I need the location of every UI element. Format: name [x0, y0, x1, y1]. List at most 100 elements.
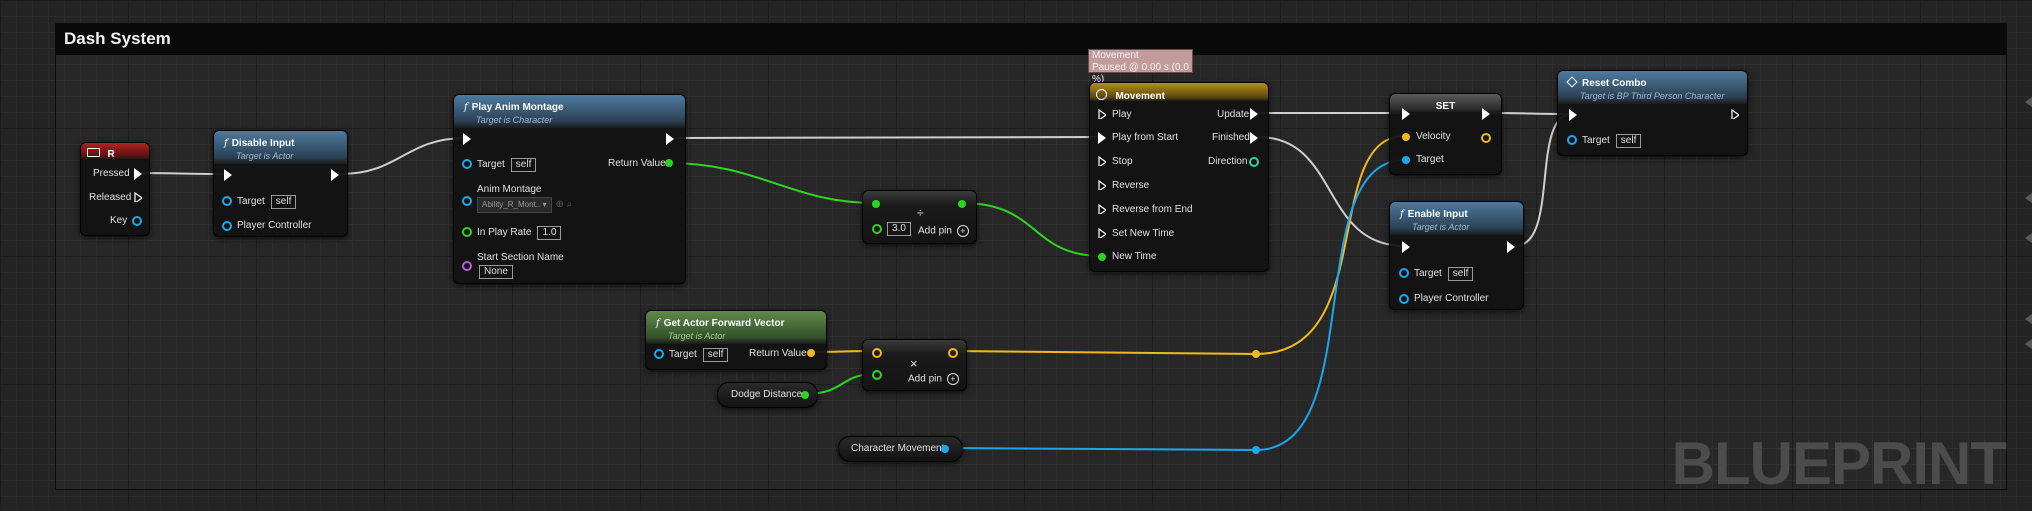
- actor-fwd-target-value[interactable]: self: [702, 348, 729, 362]
- key-event-r-node[interactable]: R Pressed Released Key: [80, 142, 150, 236]
- enable-input-title: Enable Input: [1407, 209, 1468, 220]
- pressed-exec-pin[interactable]: [134, 168, 142, 180]
- actor-fwd-return-pin[interactable]: [807, 349, 815, 357]
- disable-input-target-value[interactable]: self: [270, 195, 297, 209]
- timeline-status-tooltip: Movement Paused @ 0.00 s (0.0 %): [1088, 49, 1193, 85]
- timeline-reverse-from-end-pin[interactable]: [1098, 204, 1106, 214]
- reset-combo-exec-out[interactable]: [1731, 109, 1739, 119]
- reset-combo-target-label: Target self: [1582, 134, 1642, 148]
- timeline-direction-pin[interactable]: [1249, 157, 1259, 167]
- timeline-reverse-from-end-label: Reverse from End: [1112, 204, 1193, 215]
- released-exec-pin[interactable]: [134, 192, 142, 202]
- divide-input-a-pin[interactable]: [872, 200, 880, 208]
- scroll-marker[interactable]: [2025, 339, 2032, 349]
- scroll-marker[interactable]: [2025, 193, 2032, 203]
- multiply-output-pin[interactable]: [948, 348, 958, 358]
- divide-output-pin[interactable]: [958, 200, 966, 208]
- actor-fwd-target-pin[interactable]: [654, 349, 664, 359]
- reset-combo-exec-in[interactable]: [1569, 109, 1577, 121]
- timeline-stop-pin[interactable]: [1098, 156, 1106, 166]
- timeline-play-from-start-pin[interactable]: [1098, 132, 1106, 144]
- multiply-node[interactable]: × Add pin +: [862, 339, 967, 391]
- timeline-update-pin[interactable]: [1250, 108, 1258, 120]
- play-anim-rate-value[interactable]: 1.0: [537, 226, 562, 240]
- character-movement-variable[interactable]: Character Movement: [838, 436, 963, 462]
- multiply-add-pin[interactable]: Add pin +: [908, 373, 959, 386]
- play-anim-section-value[interactable]: None: [479, 265, 513, 279]
- dodge-distance-variable[interactable]: Dodge Distance: [717, 382, 818, 408]
- released-pin-label: Released: [89, 192, 132, 203]
- timeline-finished-label: Finished: [1212, 132, 1250, 143]
- divide-b-value[interactable]: 3.0: [887, 222, 911, 236]
- disable-input-target-pin[interactable]: [222, 196, 232, 206]
- disable-input-pc-pin[interactable]: [222, 221, 232, 231]
- reset-combo-subtitle: Target is BP Third Person Character: [1580, 91, 1725, 101]
- key-pin-label: Key: [110, 215, 128, 226]
- enable-input-target-value[interactable]: self: [1447, 267, 1474, 281]
- blueprint-graph-canvas[interactable]: Dash System R Pressed Released Key f Dis…: [0, 0, 2032, 511]
- character-movement-pin[interactable]: [941, 445, 949, 453]
- get-actor-forward-vector-node[interactable]: f Get Actor Forward Vector Target is Acto…: [645, 310, 827, 370]
- scroll-marker[interactable]: [2025, 233, 2032, 243]
- reset-combo-node[interactable]: Reset Combo Target is BP Third Person Ch…: [1557, 70, 1748, 156]
- timeline-reverse-pin[interactable]: [1098, 180, 1106, 190]
- disable-input-exec-out[interactable]: [331, 169, 339, 181]
- set-velocity-pin[interactable]: [1402, 133, 1410, 141]
- divide-b-value-wrap: 3.0: [881, 222, 911, 236]
- timeline-new-time-pin[interactable]: [1098, 253, 1106, 261]
- play-anim-target-pin[interactable]: [462, 159, 472, 169]
- play-anim-montage-pin[interactable]: [462, 196, 472, 206]
- function-icon: f: [1400, 209, 1404, 220]
- scroll-marker[interactable]: [2025, 314, 2032, 324]
- add-pin-icon: +: [946, 373, 959, 385]
- enable-input-exec-out[interactable]: [1507, 241, 1515, 253]
- play-anim-section-label: Start Section Name: [477, 252, 564, 263]
- set-velocity-node[interactable]: SET Velocity Target: [1389, 93, 1502, 175]
- reset-combo-target-value[interactable]: self: [1615, 134, 1642, 148]
- reset-combo-target-pin[interactable]: [1567, 135, 1577, 145]
- timeline-play-pin[interactable]: [1098, 109, 1106, 119]
- timeline-play-label: Play: [1112, 109, 1132, 120]
- play-anim-exec-out[interactable]: [666, 133, 674, 145]
- reroute-vector[interactable]: [1252, 350, 1260, 358]
- play-anim-montage-node[interactable]: f Play Anim Montage Target is Character T…: [453, 94, 686, 284]
- disable-input-subtitle: Target is Actor: [236, 151, 294, 161]
- timeline-finished-pin[interactable]: [1250, 132, 1258, 144]
- anim-montage-select[interactable]: Ability_R_Mont.. ▾ ⊕ ⌕: [475, 197, 572, 213]
- enable-input-node[interactable]: f Enable Input Target is Actor Target self…: [1389, 201, 1524, 310]
- multiply-input-a-pin[interactable]: [872, 348, 882, 358]
- multiply-input-b-pin[interactable]: [872, 370, 882, 380]
- play-anim-rate-pin[interactable]: [462, 227, 472, 237]
- play-anim-return-pin[interactable]: [665, 159, 673, 167]
- divide-add-pin[interactable]: Add pin +: [918, 225, 969, 238]
- set-velocity-out-pin[interactable]: [1481, 133, 1491, 143]
- key-struct-pin[interactable]: [132, 216, 142, 226]
- timeline-title: Movement: [1115, 91, 1165, 102]
- set-exec-in[interactable]: [1402, 108, 1410, 120]
- scroll-marker[interactable]: [2025, 97, 2032, 107]
- timeline-set-new-time-pin[interactable]: [1098, 228, 1106, 238]
- set-exec-out[interactable]: [1482, 108, 1490, 120]
- play-anim-title: Play Anim Montage: [471, 102, 564, 113]
- enable-input-target-pin[interactable]: [1399, 268, 1409, 278]
- keyboard-icon: [87, 148, 100, 158]
- enable-input-exec-in[interactable]: [1402, 241, 1410, 253]
- disable-input-exec-in[interactable]: [224, 169, 232, 181]
- function-icon: [1566, 76, 1578, 88]
- enable-input-pc-pin[interactable]: [1399, 294, 1409, 304]
- play-anim-target-value[interactable]: self: [510, 158, 537, 172]
- divide-node[interactable]: ÷ 3.0 Add pin +: [862, 190, 977, 244]
- play-anim-section-pin[interactable]: [462, 261, 472, 271]
- play-anim-montage-label: Anim Montage: [477, 184, 542, 195]
- multiply-symbol: ×: [910, 356, 918, 371]
- timeline-movement-node[interactable]: Movement Play Play from Start Stop Rever…: [1089, 82, 1269, 272]
- set-target-label: Target: [1416, 154, 1444, 165]
- reroute-object[interactable]: [1252, 446, 1260, 454]
- disable-input-title: Disable Input: [231, 138, 295, 149]
- dodge-distance-pin[interactable]: [801, 391, 809, 399]
- disable-input-node[interactable]: f Disable Input Target is Actor Target sel…: [213, 130, 348, 237]
- blueprint-watermark: BLUEPRINT: [1671, 430, 2007, 497]
- set-target-pin[interactable]: [1402, 156, 1410, 164]
- play-anim-exec-in[interactable]: [463, 133, 471, 145]
- pressed-pin-label: Pressed: [93, 168, 130, 179]
